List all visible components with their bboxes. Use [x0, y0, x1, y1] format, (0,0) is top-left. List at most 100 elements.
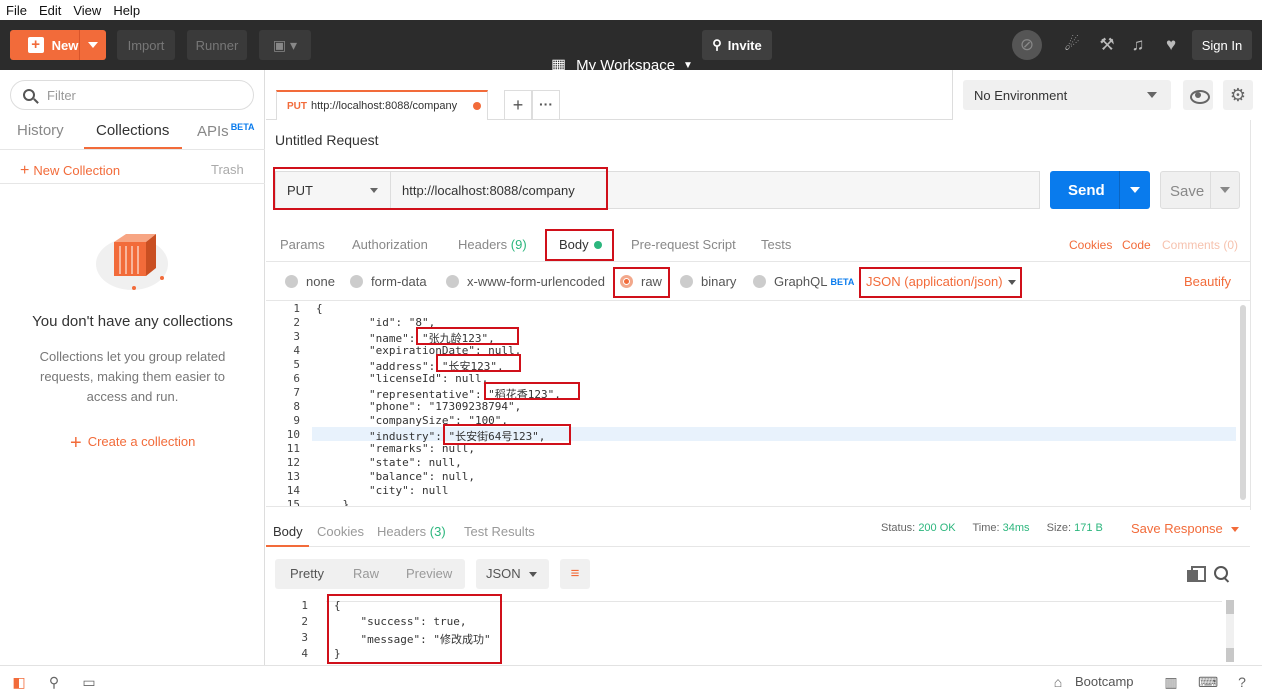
copy-icon[interactable]: [1187, 566, 1206, 582]
tab-apis-label: APIs: [197, 123, 229, 140]
chevron-down-icon[interactable]: [1130, 187, 1140, 193]
more-tabs-button[interactable]: ···: [532, 90, 560, 120]
unsaved-indicator: [473, 102, 481, 110]
filter-placeholder: Filter: [47, 87, 76, 103]
line-number: 10: [286, 428, 300, 441]
chevron-down-icon: ▼: [683, 59, 693, 71]
menu-view[interactable]: View: [73, 3, 101, 18]
response-tab-test-results[interactable]: Test Results: [464, 524, 535, 539]
sign-in-button[interactable]: Sign In: [1192, 30, 1252, 60]
response-language-select[interactable]: JSON: [476, 559, 549, 589]
heart-icon[interactable]: ♥: [1160, 34, 1182, 56]
radio-binary[interactable]: binary: [680, 274, 736, 289]
wrap-lines-icon[interactable]: ≡: [560, 559, 590, 589]
annotation-box-url: [273, 167, 608, 210]
request-tab[interactable]: PUT http://localhost:8088/company: [276, 90, 488, 120]
chevron-down-icon: [1147, 92, 1157, 98]
request-body-editor[interactable]: 1 2 3 4 5 6 7 8 9 10 11 12 13 14 15 { "id": "8", "name…: [266, 300, 1250, 507]
response-line-number: 3: [301, 631, 308, 644]
response-tab-headers[interactable]: Headers (3): [377, 524, 446, 539]
bootcamp-icon[interactable]: ⌂: [1049, 674, 1067, 690]
radio-x-www-form-urlencoded[interactable]: x-www-form-urlencoded: [446, 274, 605, 289]
response-tab-body[interactable]: Body: [273, 524, 303, 539]
response-meta: Status: 200 OK Time: 34ms Size: 171 B: [881, 522, 1103, 534]
menu-help[interactable]: Help: [113, 3, 140, 18]
radio-binary-label: binary: [701, 274, 737, 289]
beta-badge: BETA: [830, 276, 855, 287]
tab-tests[interactable]: Tests: [761, 237, 791, 252]
format-pretty[interactable]: Pretty: [290, 566, 324, 581]
bootcamp-link[interactable]: Bootcamp: [1075, 674, 1134, 689]
new-button[interactable]: + New: [10, 30, 106, 60]
radio-circle: [446, 275, 459, 288]
format-raw[interactable]: Raw: [353, 566, 379, 581]
active-tab-indicator: [266, 545, 309, 547]
response-line-number: 4: [301, 647, 308, 660]
console-icon[interactable]: ▭: [81, 674, 97, 690]
new-collection-button[interactable]: + New Collection: [20, 162, 120, 180]
line-number: 6: [293, 372, 300, 385]
create-collection-link[interactable]: + Create a collection: [70, 432, 195, 455]
line-number: 12: [286, 456, 300, 469]
code-line: "phone": "17309238794",: [316, 400, 522, 413]
response-language-label: JSON: [486, 566, 521, 581]
editor-scrollbar[interactable]: [1240, 305, 1246, 500]
add-tab-button[interactable]: +: [504, 90, 532, 120]
radio-graphql[interactable]: GraphQL BETA: [753, 274, 854, 289]
filter-input[interactable]: Filter: [10, 80, 254, 110]
environment-select[interactable]: No Environment: [963, 80, 1171, 110]
environment-quick-look-eye-icon[interactable]: [1183, 80, 1213, 110]
radio-none[interactable]: none: [285, 274, 335, 289]
keyboard-shortcuts-icon[interactable]: ⌨: [1198, 674, 1218, 690]
tab-collections[interactable]: Collections: [96, 122, 169, 139]
radio-graphql-label: GraphQL: [774, 274, 828, 289]
tab-headers[interactable]: Headers (9): [458, 237, 527, 252]
comments-link[interactable]: Comments (0): [1162, 238, 1238, 252]
help-icon[interactable]: ?: [1234, 674, 1250, 690]
send-button[interactable]: Send: [1050, 171, 1150, 209]
line-number: 8: [293, 400, 300, 413]
menu-file[interactable]: File: [6, 3, 27, 18]
tab-params[interactable]: Params: [280, 237, 325, 252]
sync-off-icon[interactable]: ⊘: [1012, 30, 1042, 60]
line-number: 9: [293, 414, 300, 427]
save-button[interactable]: Save: [1160, 171, 1240, 209]
menu-edit[interactable]: Edit: [39, 3, 61, 18]
tab-history[interactable]: History: [17, 122, 64, 139]
cookies-link[interactable]: Cookies: [1069, 238, 1112, 252]
find-icon[interactable]: ⚲: [46, 674, 62, 690]
radio-urlencoded-label: x-www-form-urlencoded: [467, 274, 605, 289]
runner-button[interactable]: Runner: [187, 30, 247, 60]
code-link[interactable]: Code: [1122, 238, 1151, 252]
notification-bell-icon[interactable]: ♫: [1127, 34, 1149, 56]
chevron-down-icon[interactable]: [1220, 187, 1230, 193]
beautify-link[interactable]: Beautify: [1184, 274, 1231, 289]
satellite-icon[interactable]: ☄: [1061, 34, 1083, 56]
new-button-label: New: [51, 37, 79, 53]
import-button[interactable]: Import: [117, 30, 175, 60]
size-label: Size:: [1046, 522, 1072, 534]
format-preview[interactable]: Preview: [406, 566, 452, 581]
sidebar-toggle-icon[interactable]: ◧: [11, 674, 27, 690]
save-response-button[interactable]: Save Response: [1131, 521, 1239, 536]
trash-link[interactable]: Trash: [211, 162, 244, 177]
tab-pre-request-script[interactable]: Pre-request Script: [631, 237, 736, 252]
chevron-down-icon[interactable]: [88, 42, 98, 48]
empty-state-description: Collections let you group related reques…: [39, 349, 226, 404]
gear-icon[interactable]: ⚙: [1223, 80, 1253, 110]
layout-icon[interactable]: ▥: [1163, 674, 1179, 690]
request-tab-url: http://localhost:8088/company: [311, 100, 458, 112]
line-number: 2: [293, 316, 300, 329]
tab-apis[interactable]: APIs BETA: [197, 122, 255, 140]
settings-wrench-icon[interactable]: ⚒: [1096, 34, 1118, 56]
line-number: 1: [293, 302, 300, 315]
new-window-button[interactable]: ▣ ▾: [259, 30, 311, 60]
response-tab-cookies[interactable]: Cookies: [317, 524, 364, 539]
radio-form-data[interactable]: form-data: [350, 274, 427, 289]
radio-circle: [350, 275, 363, 288]
invite-button[interactable]: ⚲ Invite: [702, 30, 772, 60]
search-icon[interactable]: [1214, 566, 1230, 582]
response-scrollbar[interactable]: [1226, 600, 1234, 662]
tab-authorization[interactable]: Authorization: [352, 237, 428, 252]
empty-state-title: You don't have any collections: [32, 313, 233, 330]
